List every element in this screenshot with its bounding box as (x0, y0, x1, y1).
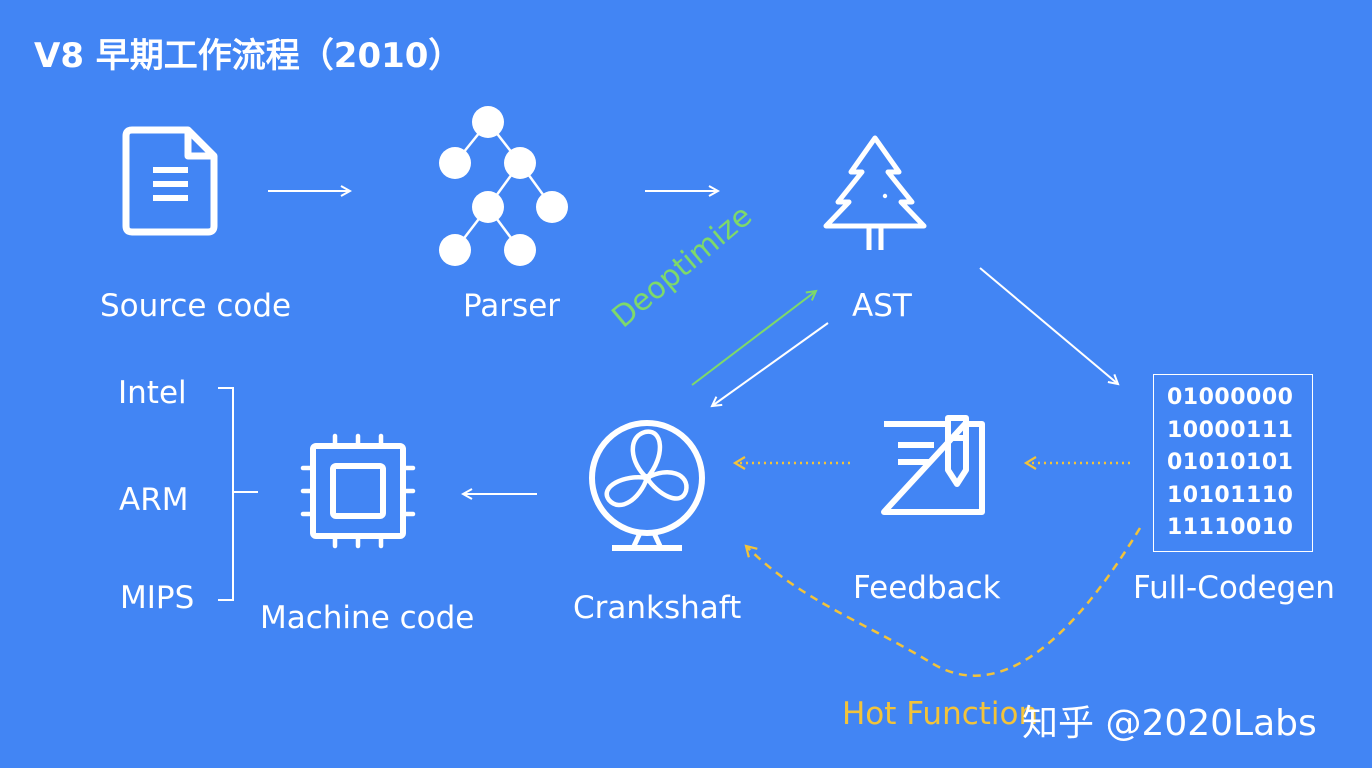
notebook-pen-icon (881, 415, 985, 515)
tree-icon (823, 135, 927, 250)
binary-line: 01000000 (1167, 385, 1294, 410)
watermark: 知乎 @2020Labs (1022, 703, 1317, 744)
arrow-ast-to-fullcodegen (979, 267, 1118, 384)
fan-icon (589, 420, 705, 551)
node-graph-icon (439, 106, 568, 266)
parser-label: Parser (463, 288, 561, 324)
binary-line: 10000111 (1167, 417, 1294, 443)
chip-icon (300, 433, 416, 549)
binary-line: 11110010 (1167, 515, 1294, 540)
binary-block-icon: 01000000 10000111 01010101 10101110 1111… (1153, 374, 1313, 552)
arrow-ast-to-crankshaft (712, 322, 829, 406)
architecture-bracket (218, 387, 258, 601)
hot-function-label: Hot Function (842, 696, 1039, 732)
document-icon (122, 126, 218, 236)
full-codegen-label: Full-Codegen (1133, 570, 1335, 606)
binary-line: 01010101 (1167, 450, 1294, 475)
crankshaft-label: Crankshaft (573, 590, 742, 626)
arrow-deoptimize (691, 291, 816, 386)
machine-code-label: Machine code (260, 600, 475, 636)
binary-line: 10101110 (1167, 482, 1294, 508)
source-code-label: Source code (100, 288, 292, 324)
page-title: V8 早期工作流程（2010） (34, 36, 463, 76)
arch-arm: ARM (119, 482, 189, 518)
arch-intel: Intel (118, 375, 187, 411)
ast-label: AST (852, 288, 912, 324)
arch-mips: MIPS (120, 580, 195, 616)
feedback-label: Feedback (853, 570, 1001, 606)
